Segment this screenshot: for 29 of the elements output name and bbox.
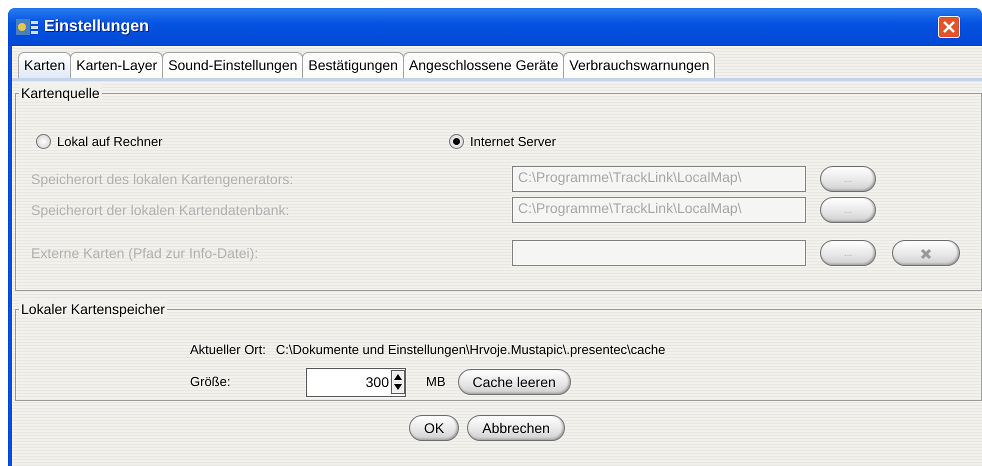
clear-icon <box>920 248 932 260</box>
tab[interactable]: Angeschlossene Geräte <box>402 52 564 78</box>
location-path: C:\Dokumente und Einstellungen\Hrvoje.Mustapic\.presentec\cache <box>276 341 666 359</box>
tab[interactable]: Bestätigungen <box>302 52 404 78</box>
path-field: C:\Programme\TrackLink\LocalMap\ <box>512 197 806 223</box>
window-title: Einstellungen <box>44 17 149 37</box>
group-title: Lokaler Kartenspeicher <box>19 300 167 318</box>
unit-label: MB <box>426 373 446 392</box>
radio-option[interactable]: Lokal auf Rechner <box>36 132 449 152</box>
radio-option[interactable]: Internet Server <box>449 132 556 152</box>
group-title: Kartenquelle <box>19 84 102 102</box>
tab[interactable]: Verbrauchswarnungen <box>563 52 716 78</box>
path-field: C:\Programme\TrackLink\LocalMap\ <box>512 166 806 192</box>
clear-cache-button[interactable]: Cache leeren <box>458 369 571 395</box>
size-spinner[interactable]: 300 <box>306 368 406 396</box>
field-label: Speicherort des lokalen Kartengenerators: <box>30 170 294 189</box>
close-button[interactable] <box>938 16 960 38</box>
tab[interactable]: Sound-Einstellungen <box>162 52 304 78</box>
app-icon <box>16 18 38 36</box>
field-label: Externe Karten (Pfad zur Info-Datei): <box>30 244 260 263</box>
tab[interactable]: Karten-Layer <box>70 52 164 78</box>
location-label: Aktueller Ort: <box>190 341 266 359</box>
tab[interactable]: Karten <box>18 52 72 78</box>
size-label: Größe: <box>190 373 232 392</box>
cancel-button[interactable]: Abbrechen <box>467 415 565 441</box>
close-icon <box>943 21 955 33</box>
field-label: Speicherort der lokalen Kartendatenbank: <box>30 200 290 220</box>
spinner-arrows-icon[interactable] <box>391 370 405 394</box>
ok-button[interactable]: OK <box>409 415 460 441</box>
